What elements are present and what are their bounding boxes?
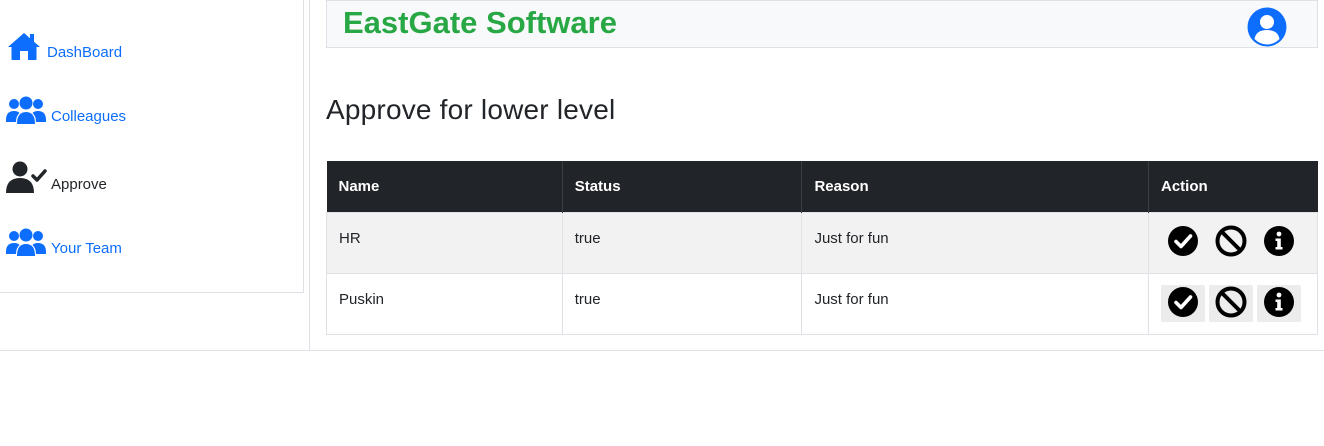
- sidebar-item-approve[interactable]: Approve: [6, 160, 107, 196]
- cell-name: Puskin: [326, 272, 563, 335]
- horizontal-divider: [0, 350, 1324, 351]
- brand-title[interactable]: EastGate Software: [343, 3, 617, 43]
- cell-actions: [1147, 211, 1319, 274]
- home-icon: [6, 30, 42, 62]
- users-icon: [6, 96, 46, 126]
- sidebar: DashBoard Colleagues Approve Your Team: [0, 0, 304, 293]
- reject-icon: [1215, 286, 1247, 321]
- cell-actions: [1147, 272, 1319, 335]
- top-navbar: EastGate Software: [326, 0, 1318, 48]
- column-header-status: Status: [562, 161, 803, 212]
- table-row: Puskin true Just for fun: [326, 272, 1319, 335]
- cell-status: true: [561, 211, 803, 274]
- info-button[interactable]: [1257, 224, 1301, 261]
- approve-table: Name Status Reason Action HR true Just f…: [326, 161, 1319, 335]
- sidebar-item-your-team[interactable]: Your Team: [6, 228, 122, 258]
- vertical-divider: [309, 0, 310, 350]
- reject-icon: [1215, 225, 1247, 260]
- users-icon: [6, 228, 46, 258]
- approve-button[interactable]: [1160, 285, 1205, 322]
- approve-button[interactable]: [1161, 224, 1205, 261]
- info-button[interactable]: [1256, 285, 1301, 322]
- table-row: HR true Just for fun: [326, 211, 1319, 274]
- page-title: Approve for lower level: [326, 94, 616, 125]
- cell-name: HR: [326, 211, 563, 274]
- info-icon: [1263, 225, 1295, 260]
- cell-status: true: [561, 272, 803, 335]
- user-check-icon: [6, 160, 48, 196]
- sidebar-item-label: DashBoard: [47, 43, 123, 61]
- cell-reason: Just for fun: [801, 272, 1149, 335]
- reject-button[interactable]: [1208, 285, 1253, 322]
- sidebar-item-label: Your Team: [51, 239, 122, 257]
- info-icon: [1263, 286, 1295, 321]
- table-header-row: Name Status Reason Action: [326, 161, 1318, 212]
- reject-button[interactable]: [1209, 224, 1253, 261]
- approve-icon: [1167, 225, 1199, 260]
- cell-reason: Just for fun: [801, 211, 1149, 274]
- sidebar-item-dashboard[interactable]: DashBoard: [6, 30, 122, 62]
- user-circle-icon[interactable]: [1247, 7, 1287, 52]
- column-header-action: Action: [1148, 161, 1318, 212]
- sidebar-item-label: Colleagues: [51, 107, 127, 125]
- column-header-reason: Reason: [801, 161, 1149, 212]
- sidebar-item-colleagues[interactable]: Colleagues: [6, 96, 126, 126]
- sidebar-item-label: Approve: [51, 175, 107, 193]
- column-header-name: Name: [326, 161, 563, 212]
- approve-icon: [1167, 286, 1199, 321]
